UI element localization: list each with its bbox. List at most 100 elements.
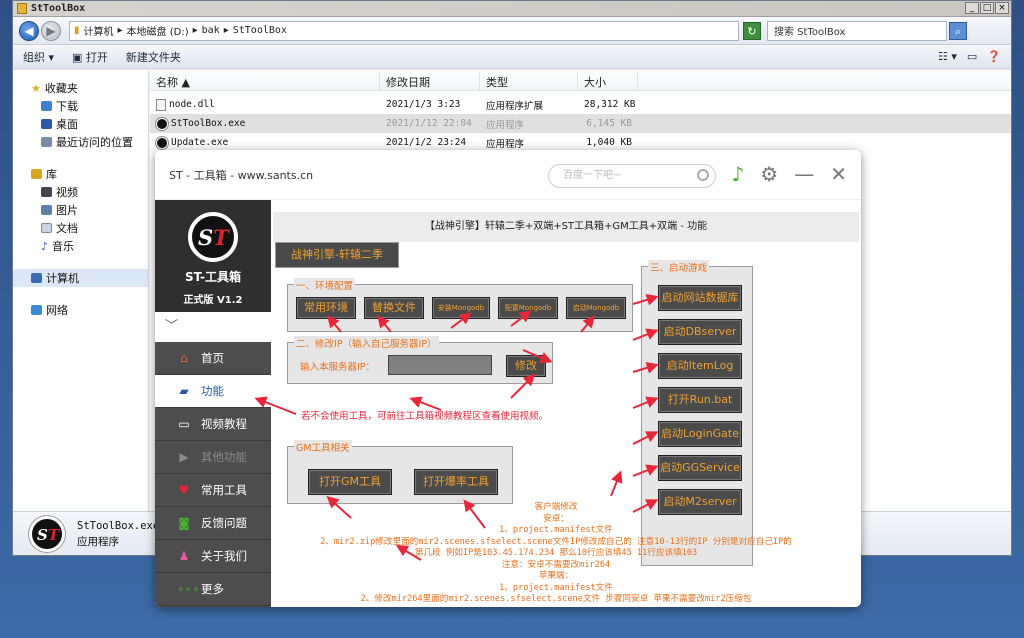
folder-icon: [17, 3, 27, 14]
install-mongodb-button[interactable]: 安装Mongodb: [432, 297, 490, 319]
close-button[interactable]: ×: [995, 2, 1009, 14]
navigation-pane: ★ 收藏夹 下载 桌面 最近访问的位置 库 视频 图片 文档 ♪ 音乐 计算机 网络: [13, 71, 149, 511]
breadcrumb-item[interactable]: 计算机: [84, 23, 114, 38]
open-button[interactable]: ▣ 打开: [72, 49, 108, 65]
menu-item-video[interactable]: ▭ 视频教程: [155, 408, 271, 441]
column-name[interactable]: 名称 ▲: [150, 71, 380, 90]
file-row[interactable]: StToolBox.exe 2021/1/12 22:04 应用程序 6,145…: [150, 114, 1011, 133]
app-sidebar: ST ST-工具箱 正式版 V1.2 ﹀ ⌂ 首页 ▰ 功能 ▭ 视频教程 ▶ 其他功能…: [155, 200, 271, 607]
close-icon[interactable]: ✕: [830, 162, 847, 186]
start-dbserver-button[interactable]: 启动DBserver: [658, 319, 742, 345]
start-mongodb-button[interactable]: 启动Mongodb: [566, 297, 626, 319]
column-type[interactable]: 类型: [480, 71, 578, 90]
common-env-button[interactable]: 常用环境: [296, 297, 356, 319]
menu-item-features[interactable]: ▰ 功能: [155, 375, 271, 408]
modify-ip-button[interactable]: 修改: [506, 355, 546, 377]
library-icon: [31, 169, 42, 179]
preview-pane-icon[interactable]: ▭: [967, 50, 977, 63]
view-options-icon[interactable]: ☷ ▾: [938, 50, 957, 63]
menu-item-home[interactable]: ⌂ 首页: [155, 342, 271, 375]
nav-pictures[interactable]: 图片: [13, 201, 148, 219]
command-bar: 组织 ▾ ▣ 打开 新建文件夹 ☷ ▾ ▭ ❓: [13, 45, 1011, 69]
nav-desktop[interactable]: 桌面: [13, 115, 148, 133]
brand-name: ST-工具箱: [184, 270, 242, 284]
new-folder-button[interactable]: 新建文件夹: [126, 49, 181, 65]
dll-file-icon: [156, 98, 166, 111]
folder-icon: ▮: [74, 25, 80, 36]
nav-favorites[interactable]: ★ 收藏夹: [13, 79, 148, 97]
ip-config-group: 二、修改IP（输入自己服务器IP） 输入本服务器IP： 修改: [287, 336, 553, 384]
breadcrumb-item[interactable]: bak: [202, 25, 220, 36]
heart-icon: ♥: [178, 483, 190, 497]
menu-item-more[interactable]: ∘∘∘ 更多: [155, 573, 271, 606]
menu-item-feedback[interactable]: ◙ 反馈问题: [155, 507, 271, 540]
search-icon[interactable]: ⌕: [949, 21, 967, 40]
breadcrumb-item[interactable]: 本地磁盘 (D:): [127, 23, 189, 38]
minimize-icon[interactable]: —: [794, 162, 814, 186]
group-label: GM工具相关: [294, 440, 352, 454]
start-ggservice-button[interactable]: 启动GGService: [658, 455, 742, 481]
note-line: 1、project.manifest文件: [499, 582, 613, 593]
open-drop-rate-tool-button[interactable]: 打开爆率工具: [414, 469, 498, 495]
nav-computer[interactable]: 计算机: [13, 269, 148, 287]
column-size[interactable]: 大小: [578, 71, 638, 90]
tab-zhanshen[interactable]: 战神引擎-轩辕二季: [275, 242, 399, 268]
nav-documents[interactable]: 文档: [13, 219, 148, 237]
star-icon: ★: [31, 81, 41, 95]
config-mongodb-button[interactable]: 配置Mongodb: [498, 297, 558, 319]
gear-icon[interactable]: ⚙: [760, 162, 778, 186]
open-gm-tool-button[interactable]: 打开GM工具: [308, 469, 392, 495]
more-icon: ∘∘∘: [177, 582, 200, 596]
note-line: 第几段 例如IP是103.45.174.234 那么10行应该填45 11行应该…: [414, 548, 698, 558]
app-title: ST - 工具箱 - www.sants.cn: [169, 168, 314, 182]
gm-tools-group: GM工具相关 打开GM工具 打开爆率工具: [287, 440, 513, 504]
minimize-button[interactable]: _: [965, 2, 979, 14]
computer-icon: [31, 273, 42, 283]
search-input[interactable]: 搜索 StToolBox: [767, 20, 947, 41]
collapse-toggle[interactable]: ﹀: [155, 312, 271, 342]
column-date[interactable]: 修改日期: [380, 71, 480, 90]
refresh-icon[interactable]: ↻: [743, 21, 761, 40]
back-button[interactable]: ◀: [19, 20, 39, 41]
nav-libraries[interactable]: 库: [13, 165, 148, 183]
st-logo-icon: ST: [188, 212, 238, 262]
note-line: 苹果端：: [538, 571, 574, 581]
replace-files-button[interactable]: 替换文件: [364, 297, 424, 319]
window-title: StToolBox: [31, 3, 86, 14]
menu-item-about[interactable]: ♟ 关于我们: [155, 540, 271, 573]
server-ip-input[interactable]: [388, 355, 492, 375]
folder-icon: ▰: [179, 384, 189, 398]
file-row[interactable]: node.dll 2021/1/3 3:23 应用程序扩展 28,312 KB: [150, 95, 1011, 114]
start-web-db-button[interactable]: 启动网站数据库: [658, 285, 742, 311]
breadcrumb[interactable]: ▮ 计算机 ▸ 本地磁盘 (D:) ▸ bak ▸ StToolBox: [69, 20, 739, 41]
downloads-icon: [41, 101, 52, 111]
skin-icon[interactable]: ♪: [732, 162, 745, 186]
open-run-bat-button[interactable]: 打开Run.bat: [658, 387, 742, 413]
breadcrumb-item[interactable]: StToolBox: [233, 25, 287, 36]
env-config-group: 一、环境配置 常用环境 替换文件 安装Mongodb 配置Mongodb 启动M…: [287, 278, 633, 332]
nav-recent[interactable]: 最近访问的位置: [13, 133, 148, 151]
explorer-titlebar[interactable]: StToolBox _ □ ×: [13, 1, 1011, 17]
feature-heading: 【战神引擎】轩辕二季+双端+ST工具箱+GM工具+双端 - 功能: [273, 212, 859, 242]
menu-item-other[interactable]: ▶ 其他功能: [155, 441, 271, 474]
maximize-button[interactable]: □: [980, 2, 994, 14]
help-icon[interactable]: ❓: [987, 50, 1001, 63]
recent-icon: [41, 137, 52, 147]
note-line: 1、project.manifest文件: [499, 525, 613, 535]
note-line: 客户端修改: [534, 502, 578, 512]
nav-music[interactable]: ♪ 音乐: [13, 237, 148, 255]
note-line: 2、mir2.zip修改里面的mir2.scenes.sfselect.scen…: [320, 536, 792, 547]
nav-downloads[interactable]: 下载: [13, 97, 148, 115]
group-label: 一、环境配置: [294, 278, 356, 292]
nav-videos[interactable]: 视频: [13, 183, 148, 201]
search-icon[interactable]: [697, 169, 709, 181]
organize-menu[interactable]: 组织 ▾: [23, 49, 54, 65]
app-search-input[interactable]: 百度一下吧~: [548, 164, 716, 188]
start-itemlog-button[interactable]: 启动ItemLog: [658, 353, 742, 379]
forward-button[interactable]: ▶: [41, 20, 61, 41]
menu-item-tools[interactable]: ♥ 常用工具: [155, 474, 271, 507]
nav-network[interactable]: 网络: [13, 301, 148, 319]
video-icon: [41, 187, 52, 197]
start-logingate-button[interactable]: 启动LoginGate: [658, 421, 742, 447]
note-line: 安卓：: [543, 513, 569, 524]
